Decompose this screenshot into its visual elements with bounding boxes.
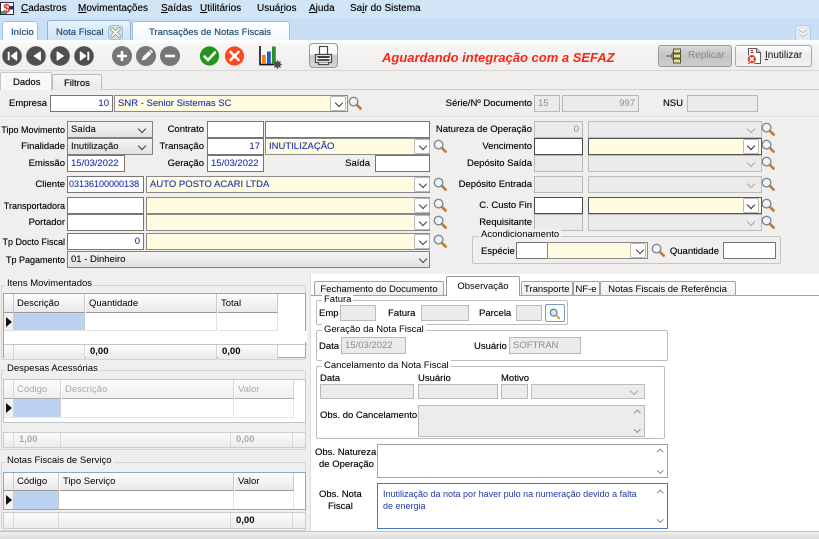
svg-text:$: $ — [3, 2, 10, 16]
